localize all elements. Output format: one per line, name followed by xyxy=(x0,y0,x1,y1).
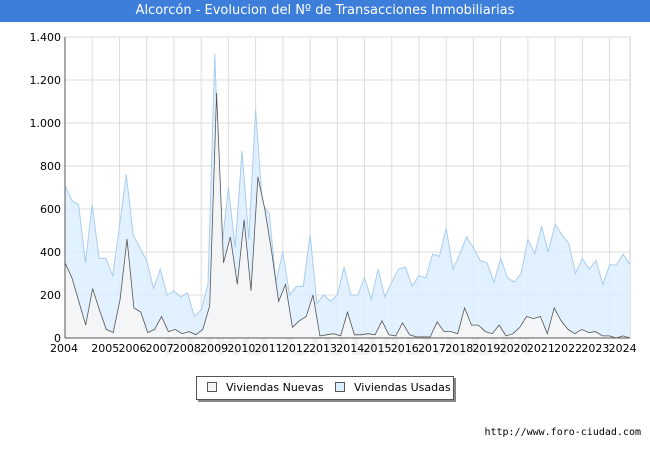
y-tick-label: 1.200 xyxy=(30,74,62,87)
y-tick-label: 1.400 xyxy=(30,31,62,44)
x-tick-label: 2023 xyxy=(581,342,609,355)
legend-label-nuevas: Viviendas Nuevas xyxy=(226,381,324,394)
y-tick-label: 1.000 xyxy=(30,117,62,130)
x-tick-label: 2019 xyxy=(472,342,500,355)
x-tick-label: 2015 xyxy=(364,342,392,355)
legend-item-usadas: Viviendas Usadas xyxy=(335,377,451,399)
area-chart: FORO-CIUDAD.COM02004006008001.0001.2001.… xyxy=(30,31,637,362)
x-tick-label: 2012 xyxy=(282,342,310,355)
x-tick-label: 2020 xyxy=(500,342,528,355)
x-tick-label: 2008 xyxy=(173,342,201,355)
legend-swatch-nuevas xyxy=(207,382,217,392)
legend-label-usadas: Viviendas Usadas xyxy=(354,381,451,394)
y-tick-label: 800 xyxy=(40,160,61,173)
x-tick-label: 2016 xyxy=(391,342,419,355)
x-tick-label: 2022 xyxy=(554,342,582,355)
x-tick-label: 2024 xyxy=(609,342,637,355)
x-tick-label: 2014 xyxy=(336,342,364,355)
source-credit: http://www.foro-ciudad.com xyxy=(484,427,641,438)
x-tick-label: 2017 xyxy=(418,342,446,355)
y-tick-label: 400 xyxy=(40,246,61,259)
y-tick-label: 200 xyxy=(40,289,61,302)
chart-legend: Viviendas Nuevas Viviendas Usadas xyxy=(196,376,454,400)
x-tick-label: 2006 xyxy=(118,342,146,355)
x-tick-label: 2004 xyxy=(50,342,78,355)
legend-item-nuevas: Viviendas Nuevas xyxy=(207,377,324,399)
x-tick-label: 2018 xyxy=(445,342,473,355)
x-tick-label: 2021 xyxy=(527,342,555,355)
x-tick-label: 2007 xyxy=(146,342,174,355)
x-tick-label: 2013 xyxy=(309,342,337,355)
x-tick-label: 2009 xyxy=(200,342,228,355)
x-tick-label: 2005 xyxy=(91,342,119,355)
y-tick-label: 600 xyxy=(40,203,61,216)
chart-title: Alcorcón - Evolucion del Nº de Transacci… xyxy=(0,0,650,22)
x-tick-label: 2011 xyxy=(255,342,283,355)
x-tick-label: 2010 xyxy=(227,342,255,355)
legend-swatch-usadas xyxy=(335,382,345,392)
